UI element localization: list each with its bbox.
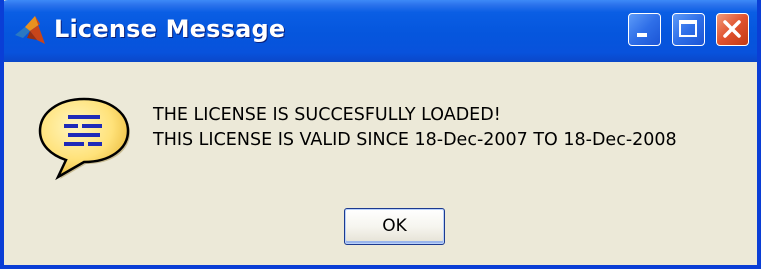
minimize-icon (637, 33, 647, 37)
window-title: License Message (54, 15, 286, 43)
message-line-1: THE LICENSE IS SUCCESFULLY LOADED! (153, 105, 501, 125)
title-bar[interactable]: License Message (4, 0, 757, 62)
license-message-dialog: License Message THE LICENSE IS SUCCESFUL… (0, 0, 761, 269)
matlab-logo-icon (15, 16, 45, 44)
maximize-icon (679, 20, 697, 37)
message-text: THE LICENSE IS SUCCESFULLY LOADED! THIS … (153, 103, 677, 153)
minimize-button[interactable] (628, 13, 661, 46)
message-line-2: THIS LICENSE IS VALID SINCE 18-Dec-2007 … (153, 130, 677, 150)
ok-button[interactable]: OK (344, 208, 445, 245)
help-speech-bubble-icon (38, 97, 130, 181)
close-button[interactable] (716, 13, 749, 46)
maximize-button[interactable] (672, 13, 705, 46)
close-icon (723, 20, 741, 38)
